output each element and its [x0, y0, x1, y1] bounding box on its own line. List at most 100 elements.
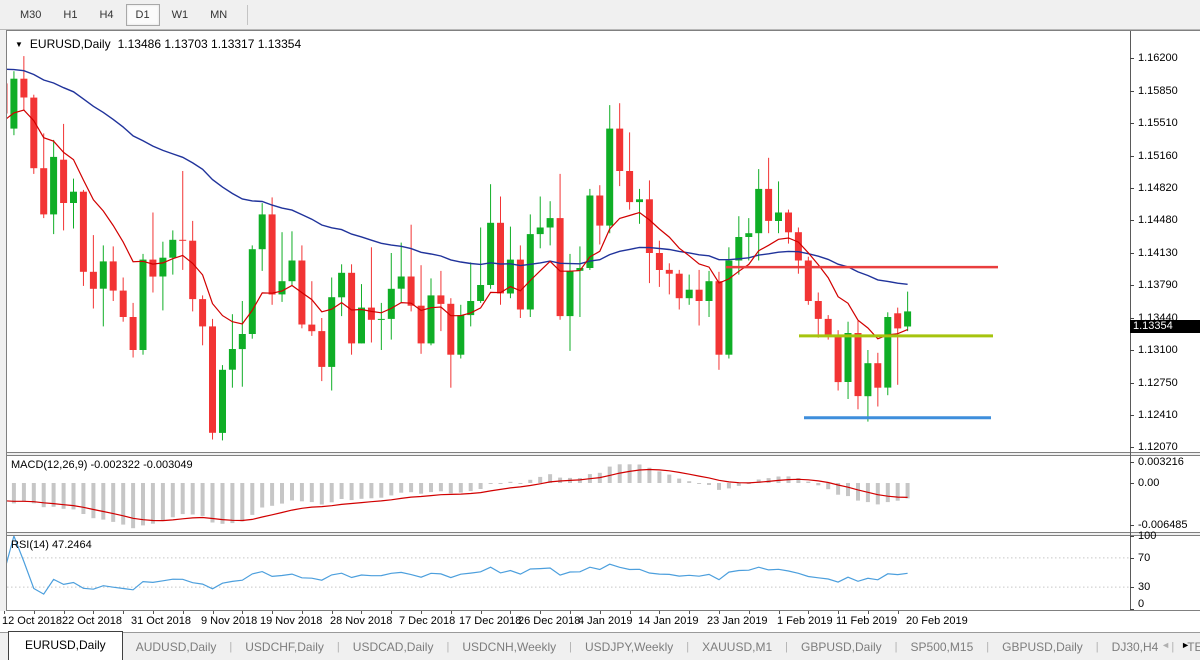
candle[interactable] — [636, 189, 643, 224]
chart-tab-usdjpy-weekly[interactable]: USDJPY,Weekly — [572, 635, 686, 659]
candle[interactable] — [497, 197, 504, 305]
candle[interactable] — [100, 245, 107, 326]
timeframe-button-w1[interactable]: W1 — [162, 4, 199, 26]
candle[interactable] — [815, 293, 822, 338]
candle[interactable] — [229, 314, 236, 388]
candle[interactable] — [845, 322, 852, 399]
candle[interactable] — [537, 197, 544, 249]
candle[interactable] — [686, 275, 693, 305]
candle[interactable] — [477, 228, 484, 303]
candle[interactable] — [745, 218, 752, 260]
candle[interactable] — [894, 308, 901, 385]
candle[interactable] — [388, 253, 395, 340]
timeframe-button-h4[interactable]: H4 — [89, 4, 123, 26]
candle[interactable] — [716, 272, 723, 370]
candle[interactable] — [149, 213, 156, 293]
candle[interactable] — [219, 365, 226, 440]
rsi-pane[interactable] — [7, 536, 1130, 610]
chart-tab-gbpusd-daily[interactable]: GBPUSD,Daily — [788, 635, 895, 659]
candle[interactable] — [40, 133, 47, 218]
chart-tab-xauusd-m1[interactable]: XAUUSD,M1 — [689, 635, 785, 659]
candle[interactable] — [408, 225, 415, 312]
candle[interactable] — [269, 197, 276, 304]
price-chart-pane[interactable] — [7, 31, 1130, 452]
candle[interactable] — [10, 71, 17, 135]
chart-tab-gbpusd-daily[interactable]: GBPUSD,Daily — [989, 635, 1096, 659]
chart-tab-usdcad-daily[interactable]: USDCAD,Daily — [340, 635, 447, 659]
candle[interactable] — [616, 103, 623, 186]
tabs-scroll-left-icon[interactable]: ◄ — [1161, 640, 1170, 650]
chart-tab-usdchf-daily[interactable]: USDCHF,Daily — [232, 635, 337, 659]
candle[interactable] — [706, 271, 713, 317]
candle[interactable] — [130, 303, 137, 358]
candle[interactable] — [864, 350, 871, 422]
ma-line-slow[interactable] — [7, 69, 908, 284]
candle[interactable] — [259, 203, 266, 271]
candle[interactable] — [328, 278, 335, 391]
candle[interactable] — [855, 321, 862, 410]
candle[interactable] — [7, 67, 8, 123]
candle[interactable] — [368, 247, 375, 342]
candle[interactable] — [606, 105, 613, 233]
candle[interactable] — [447, 298, 454, 388]
candle[interactable] — [428, 278, 435, 345]
timeframe-button-m30[interactable]: M30 — [10, 4, 51, 26]
candle[interactable] — [696, 270, 703, 326]
candle[interactable] — [487, 184, 494, 289]
candle[interactable] — [50, 140, 57, 234]
candle[interactable] — [725, 247, 732, 358]
candle[interactable] — [626, 132, 633, 209]
candle[interactable] — [239, 301, 246, 387]
candle[interactable] — [120, 278, 127, 322]
candle[interactable] — [735, 216, 742, 274]
candle[interactable] — [209, 319, 216, 440]
chart-window[interactable]: ▼ EURUSD,Daily 1.13486 1.13703 1.13317 1… — [7, 30, 1200, 612]
candle[interactable] — [110, 246, 117, 301]
candle[interactable] — [457, 305, 464, 359]
candle[interactable] — [567, 254, 574, 351]
candle[interactable] — [765, 158, 772, 233]
candle[interactable] — [467, 262, 474, 326]
candle[interactable] — [646, 180, 653, 283]
candle[interactable] — [60, 124, 67, 230]
candle[interactable] — [835, 330, 842, 390]
candle[interactable] — [90, 235, 97, 308]
candle[interactable] — [676, 270, 683, 310]
candle[interactable] — [30, 95, 37, 174]
candle[interactable] — [308, 281, 315, 336]
candle[interactable] — [20, 56, 27, 111]
candle[interactable] — [318, 318, 325, 381]
candle[interactable] — [398, 243, 405, 303]
chart-tab-usdcnh-weekly[interactable]: USDCNH,Weekly — [449, 635, 569, 659]
candle[interactable] — [298, 245, 305, 328]
symbol-dropdown-icon[interactable]: ▼ — [15, 40, 23, 49]
chart-tab-audusd-daily[interactable]: AUDUSD,Daily — [123, 635, 230, 659]
candle[interactable] — [140, 254, 147, 355]
candle[interactable] — [169, 230, 176, 274]
candle[interactable] — [80, 190, 87, 286]
chart-tab-eurusd-daily[interactable]: EURUSD,Daily — [8, 631, 123, 660]
candle[interactable] — [527, 214, 534, 317]
candle[interactable] — [557, 174, 564, 320]
timeframe-button-mn[interactable]: MN — [200, 4, 237, 26]
candle[interactable] — [249, 245, 256, 338]
tabs-scroll-right-icon[interactable]: ► — [1181, 640, 1190, 650]
chart-tab-sp500-m15[interactable]: SP500,M15 — [898, 635, 987, 659]
candle[interactable] — [199, 295, 206, 345]
timeframe-button-d1[interactable]: D1 — [126, 4, 160, 26]
candle[interactable] — [666, 263, 673, 294]
candle[interactable] — [517, 245, 524, 318]
candle[interactable] — [576, 246, 583, 317]
candle[interactable] — [547, 201, 554, 245]
candle[interactable] — [775, 181, 782, 233]
candle[interactable] — [874, 353, 881, 407]
candle[interactable] — [904, 292, 911, 332]
timeframe-button-h1[interactable]: H1 — [53, 4, 87, 26]
candle[interactable] — [596, 185, 603, 244]
candle[interactable] — [805, 257, 812, 305]
candle[interactable] — [437, 271, 444, 331]
candle[interactable] — [884, 312, 891, 395]
candle[interactable] — [159, 242, 166, 311]
candle[interactable] — [70, 179, 77, 229]
candle[interactable] — [358, 284, 365, 343]
